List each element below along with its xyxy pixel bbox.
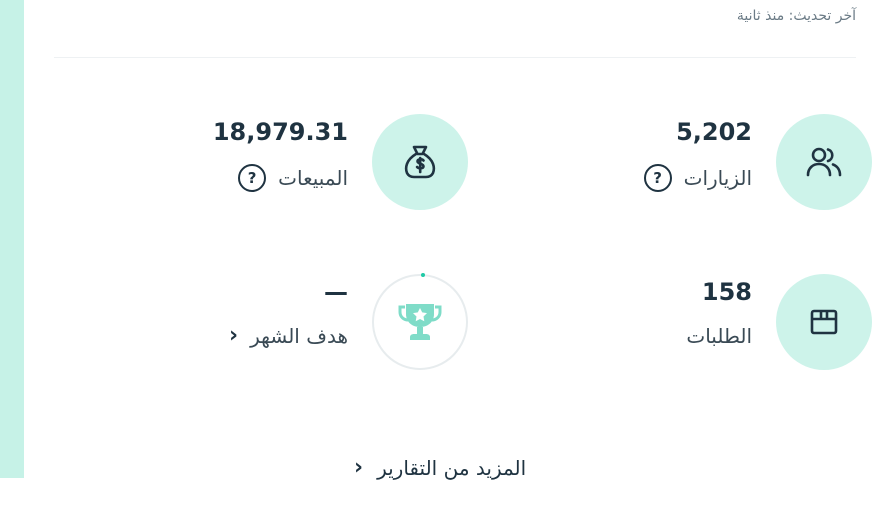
stat-visits: 5,202 الزيارات ? bbox=[532, 114, 872, 214]
goal-label-row[interactable]: هدف الشهر › bbox=[229, 324, 348, 348]
visits-label: الزيارات bbox=[683, 166, 752, 190]
sales-value: 18,979.31 bbox=[212, 118, 348, 146]
orders-value: 158 bbox=[701, 278, 752, 306]
sales-label-row: المبيعات ? bbox=[238, 164, 348, 192]
visits-value: 5,202 bbox=[676, 118, 752, 146]
chevron-right-icon[interactable]: › bbox=[354, 457, 363, 479]
orders-label-row: الطلبات bbox=[686, 324, 752, 348]
stat-orders: 158 الطلبات bbox=[532, 274, 872, 374]
trophy-icon bbox=[398, 304, 442, 340]
orders-label: الطلبات bbox=[686, 324, 752, 348]
stat-monthly-goal[interactable]: — هدف الشهر › bbox=[128, 273, 468, 374]
sales-label: المبيعات bbox=[278, 166, 348, 190]
stat-sales: 18,979.31 المبيعات ? bbox=[128, 114, 468, 214]
last-updated-text: آخر تحديث: منذ ثانية bbox=[736, 8, 856, 24]
users-icon bbox=[776, 114, 872, 210]
sales-help-icon[interactable]: ? bbox=[238, 164, 267, 192]
side-panel-strip bbox=[0, 0, 24, 478]
money-bag-icon bbox=[372, 114, 468, 210]
more-reports-link[interactable]: المزيد من التقارير › bbox=[354, 456, 526, 480]
goal-progress-ring bbox=[372, 273, 468, 370]
header-divider bbox=[54, 57, 856, 58]
stats-card: آخر تحديث: منذ ثانية 5,202 الزيارات ? 18… bbox=[24, 0, 896, 520]
goal-label[interactable]: هدف الشهر bbox=[250, 324, 348, 348]
visits-label-row: الزيارات ? bbox=[643, 164, 752, 192]
more-reports-label[interactable]: المزيد من التقارير bbox=[377, 456, 526, 480]
visits-help-icon[interactable]: ? bbox=[643, 164, 672, 192]
box-icon bbox=[776, 274, 872, 370]
chevron-right-icon[interactable]: › bbox=[229, 325, 238, 347]
goal-value: — bbox=[324, 278, 348, 306]
goal-progress-indicator bbox=[421, 273, 425, 277]
